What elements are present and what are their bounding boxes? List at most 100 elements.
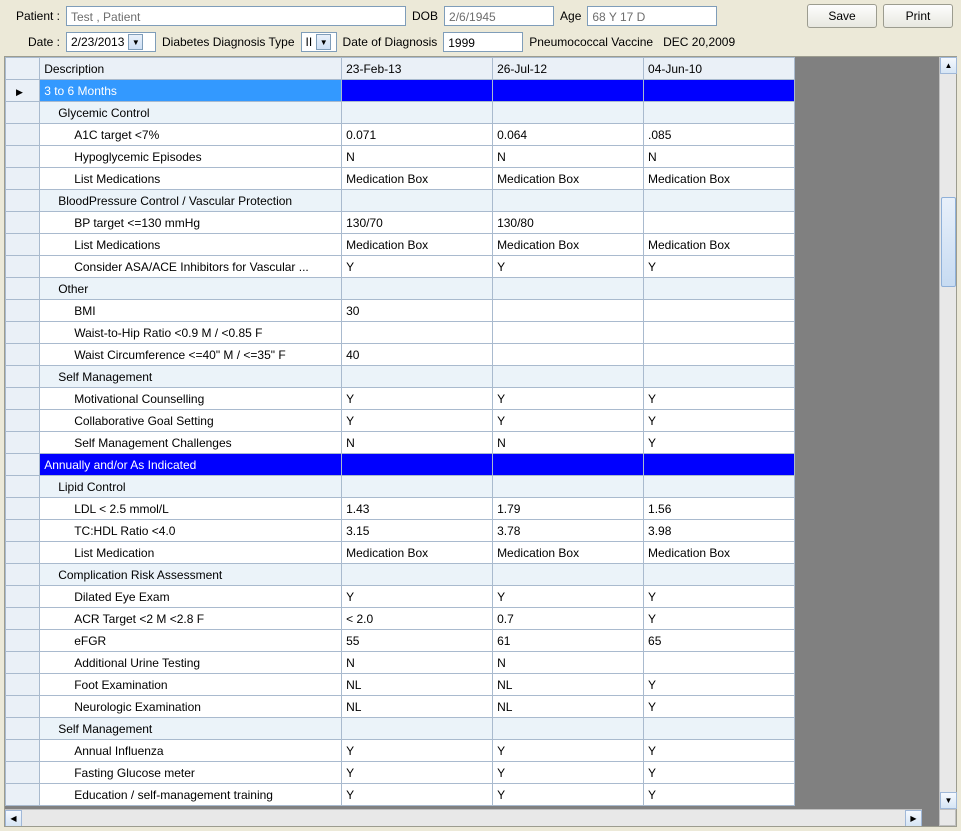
value-cell[interactable]	[493, 366, 644, 388]
value-cell[interactable]: 65	[644, 630, 795, 652]
value-cell[interactable]	[644, 102, 795, 124]
date-of-diagnosis-field[interactable]: 1999	[443, 32, 523, 52]
value-cell[interactable]: N	[644, 146, 795, 168]
row-header[interactable]	[6, 674, 40, 696]
table-row[interactable]: A1C target <7%0.0710.064.085	[6, 124, 795, 146]
chevron-down-icon[interactable]: ▼	[128, 34, 143, 50]
value-cell[interactable]	[644, 190, 795, 212]
value-cell[interactable]: N	[493, 432, 644, 454]
value-cell[interactable]: Medication Box	[493, 542, 644, 564]
description-cell[interactable]: Hypoglycemic Episodes	[40, 146, 342, 168]
value-cell[interactable]: Medication Box	[644, 542, 795, 564]
value-cell[interactable]: Y	[493, 740, 644, 762]
value-cell[interactable]: Y	[644, 388, 795, 410]
value-cell[interactable]: NL	[493, 674, 644, 696]
table-row[interactable]: List Medication Medication BoxMedication …	[6, 542, 795, 564]
table-row[interactable]: Complication Risk Assessment	[6, 564, 795, 586]
row-header[interactable]	[6, 696, 40, 718]
value-cell[interactable]	[342, 322, 493, 344]
value-cell[interactable]: 0.7	[493, 608, 644, 630]
value-cell[interactable]	[493, 190, 644, 212]
scroll-thumb[interactable]	[941, 197, 956, 287]
table-row[interactable]: BMI30	[6, 300, 795, 322]
value-cell[interactable]: 0.064	[493, 124, 644, 146]
value-cell[interactable]: Y	[493, 586, 644, 608]
row-header[interactable]	[6, 234, 40, 256]
description-cell[interactable]: Glycemic Control	[40, 102, 342, 124]
column-header-date3[interactable]: 04-Jun-10	[644, 58, 795, 80]
description-cell[interactable]: Motivational Counselling	[40, 388, 342, 410]
description-cell[interactable]: BP target <=130 mmHg	[40, 212, 342, 234]
value-cell[interactable]	[644, 652, 795, 674]
value-cell[interactable]: Medication Box	[644, 168, 795, 190]
value-cell[interactable]	[644, 80, 795, 102]
description-cell[interactable]: Education / self-management training	[40, 784, 342, 806]
description-cell[interactable]: BMI	[40, 300, 342, 322]
value-cell[interactable]: Y	[493, 256, 644, 278]
row-header[interactable]	[6, 168, 40, 190]
table-row[interactable]: Annually and/or As Indicated	[6, 454, 795, 476]
row-header[interactable]	[6, 762, 40, 784]
value-cell[interactable]	[644, 564, 795, 586]
patient-field[interactable]: Test , Patient	[66, 6, 406, 26]
table-row[interactable]: List MedicationsMedication BoxMedication…	[6, 168, 795, 190]
value-cell[interactable]: Y	[644, 410, 795, 432]
table-row[interactable]: Waist-to-Hip Ratio <0.9 M / <0.85 F	[6, 322, 795, 344]
value-cell[interactable]: Y	[644, 432, 795, 454]
value-cell[interactable]	[644, 344, 795, 366]
value-cell[interactable]: Y	[644, 586, 795, 608]
value-cell[interactable]: N	[342, 432, 493, 454]
value-cell[interactable]	[342, 366, 493, 388]
description-cell[interactable]: Lipid Control	[40, 476, 342, 498]
row-header[interactable]	[6, 344, 40, 366]
value-cell[interactable]	[493, 102, 644, 124]
chevron-down-icon[interactable]: ▼	[316, 34, 331, 50]
table-row[interactable]: Motivational CounsellingYYY	[6, 388, 795, 410]
dob-field[interactable]: 2/6/1945	[444, 6, 554, 26]
description-cell[interactable]: Self Management Challenges	[40, 432, 342, 454]
table-row[interactable]: LDL < 2.5 mmol/L1.431.791.56	[6, 498, 795, 520]
value-cell[interactable]: 61	[493, 630, 644, 652]
row-header[interactable]	[6, 256, 40, 278]
row-header[interactable]	[6, 630, 40, 652]
value-cell[interactable]	[493, 454, 644, 476]
row-header[interactable]	[6, 300, 40, 322]
description-cell[interactable]: List Medications	[40, 168, 342, 190]
value-cell[interactable]: Medication Box	[493, 234, 644, 256]
row-header[interactable]	[6, 432, 40, 454]
save-button[interactable]: Save	[807, 4, 877, 28]
row-header[interactable]	[6, 102, 40, 124]
value-cell[interactable]: NL	[493, 696, 644, 718]
scroll-left-icon[interactable]: ◀	[5, 810, 22, 826]
value-cell[interactable]: Y	[342, 784, 493, 806]
description-cell[interactable]: Annually and/or As Indicated	[40, 454, 342, 476]
row-header[interactable]	[6, 322, 40, 344]
description-cell[interactable]: ACR Target <2 M <2.8 F	[40, 608, 342, 630]
table-row[interactable]: List MedicationsMedication BoxMedication…	[6, 234, 795, 256]
row-header[interactable]	[6, 520, 40, 542]
value-cell[interactable]: Y	[644, 696, 795, 718]
row-header[interactable]	[6, 190, 40, 212]
vertical-scrollbar[interactable]: ▲ ▼	[939, 57, 956, 826]
row-header[interactable]	[6, 784, 40, 806]
value-cell[interactable]: Y	[342, 256, 493, 278]
description-cell[interactable]: Additional Urine Testing	[40, 652, 342, 674]
table-row[interactable]: Dilated Eye ExamYYY	[6, 586, 795, 608]
column-header-date1[interactable]: 23-Feb-13	[342, 58, 493, 80]
value-cell[interactable]: Y	[342, 762, 493, 784]
value-cell[interactable]: Y	[644, 740, 795, 762]
row-header[interactable]	[6, 564, 40, 586]
value-cell[interactable]: Y	[493, 388, 644, 410]
date-dropdown[interactable]: 2/23/2013 ▼	[66, 32, 156, 52]
description-cell[interactable]: A1C target <7%	[40, 124, 342, 146]
value-cell[interactable]	[493, 80, 644, 102]
value-cell[interactable]	[493, 564, 644, 586]
description-cell[interactable]: List Medication	[40, 542, 342, 564]
row-header[interactable]	[6, 366, 40, 388]
value-cell[interactable]: Y	[493, 784, 644, 806]
table-row[interactable]: Other	[6, 278, 795, 300]
value-cell[interactable]	[493, 300, 644, 322]
value-cell[interactable]	[644, 454, 795, 476]
description-cell[interactable]: Annual Influenza	[40, 740, 342, 762]
value-cell[interactable]: 3.78	[493, 520, 644, 542]
